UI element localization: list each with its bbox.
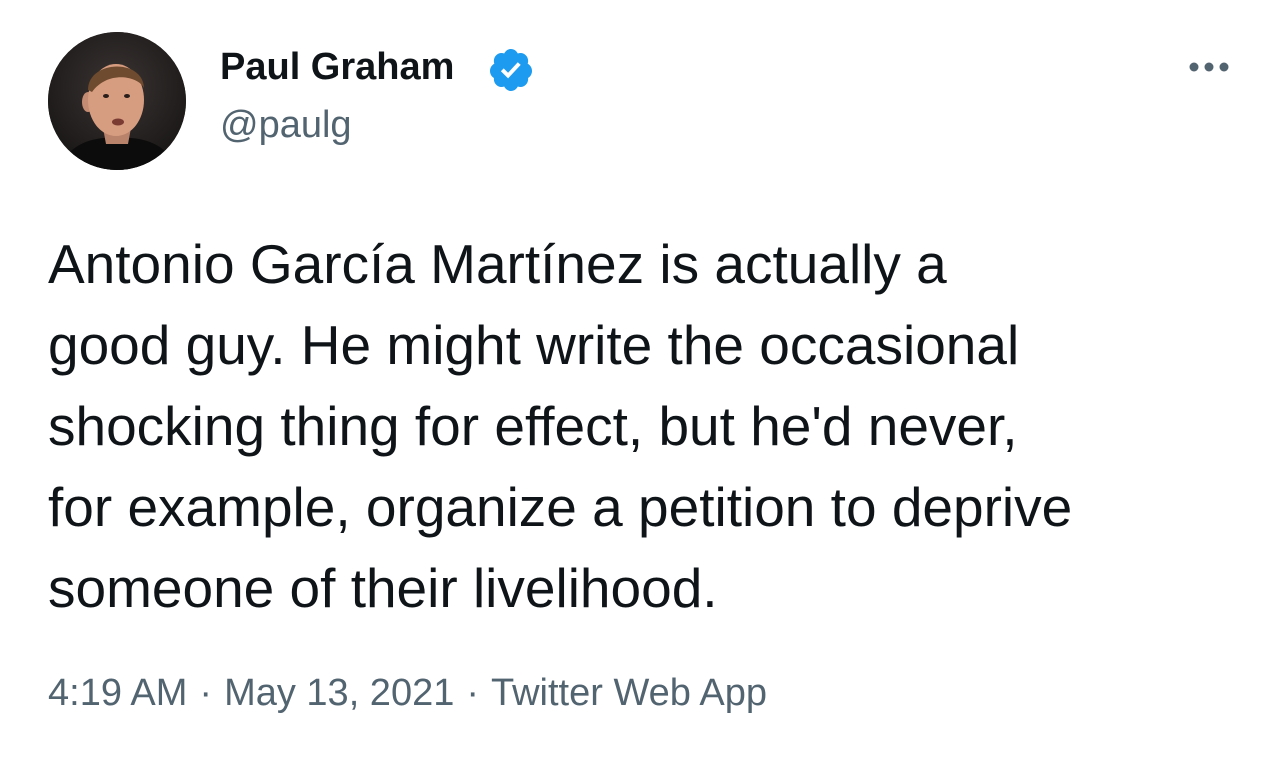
avatar[interactable] bbox=[48, 32, 186, 170]
tweet: Paul Graham @paulg Antonio García Martín… bbox=[0, 0, 1284, 764]
tweet-text: Antonio García Martínez is actually a go… bbox=[48, 233, 1073, 619]
tweet-source[interactable]: Twitter Web App bbox=[491, 672, 767, 714]
more-options-button[interactable] bbox=[1180, 52, 1240, 82]
meta-separator: · bbox=[199, 672, 213, 714]
author-name[interactable]: Paul Graham bbox=[220, 44, 454, 90]
verified-badge-icon bbox=[490, 49, 532, 91]
meta-separator: · bbox=[466, 672, 479, 714]
tweet-time[interactable]: 4:19 AM bbox=[48, 672, 187, 714]
avatar-photo bbox=[48, 32, 186, 170]
more-options-icon bbox=[1189, 62, 1229, 72]
author-handle[interactable]: @paulg bbox=[220, 102, 352, 148]
tweet-metadata: 4:19 AM · May 13, 2021 · Twitter Web App bbox=[48, 670, 767, 716]
tweet-date[interactable]: May 13, 2021 bbox=[224, 672, 454, 714]
